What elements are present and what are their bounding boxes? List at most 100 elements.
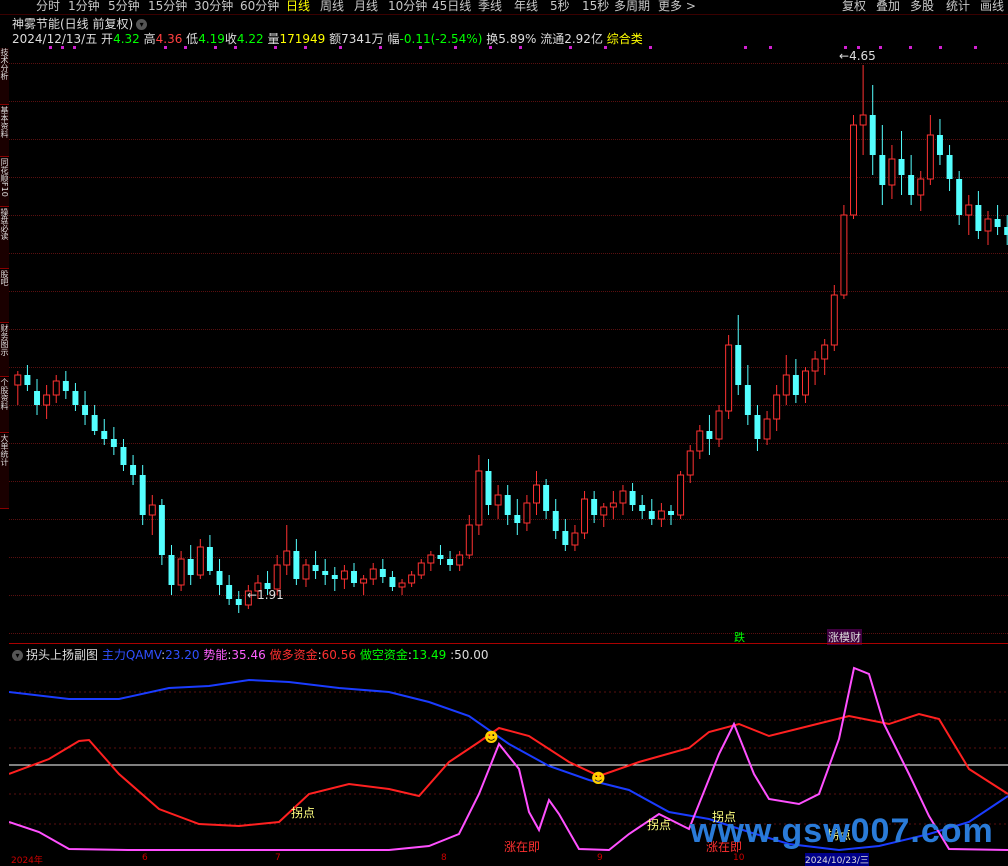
- candle[interactable]: [417, 559, 425, 579]
- candle[interactable]: [629, 483, 636, 511]
- candle[interactable]: [744, 365, 751, 425]
- period-tab-15[interactable]: 多周期: [614, 0, 650, 14]
- period-tab-9[interactable]: 10分钟: [388, 0, 427, 14]
- candle[interactable]: [340, 565, 348, 589]
- period-tab-4[interactable]: 30分钟: [194, 0, 233, 14]
- period-tab-5[interactable]: 60分钟: [240, 0, 279, 14]
- candle[interactable]: [725, 335, 733, 419]
- candle[interactable]: [543, 479, 550, 519]
- period-tab-3[interactable]: 15分钟: [148, 0, 187, 14]
- candle[interactable]: [52, 375, 60, 403]
- industry-category[interactable]: 综合类: [607, 32, 643, 46]
- candle[interactable]: [869, 85, 876, 175]
- candle[interactable]: [965, 195, 973, 235]
- candle[interactable]: [782, 355, 790, 405]
- candle[interactable]: [600, 503, 608, 527]
- candle[interactable]: [686, 445, 694, 483]
- candle[interactable]: [946, 145, 953, 191]
- candle[interactable]: [523, 495, 531, 531]
- candle[interactable]: [696, 425, 704, 459]
- sidebar-tab-4[interactable]: 股吧: [0, 270, 9, 323]
- candle[interactable]: [792, 359, 799, 403]
- candle[interactable]: [562, 519, 569, 551]
- candle[interactable]: [456, 551, 464, 571]
- candle[interactable]: [187, 545, 194, 585]
- candle[interactable]: [130, 455, 137, 485]
- candle[interactable]: [936, 119, 943, 165]
- period-tab-12[interactable]: 年线: [514, 0, 538, 14]
- candle[interactable]: [975, 191, 982, 239]
- candle[interactable]: [408, 571, 416, 587]
- candlestick-chart[interactable]: [9, 15, 1008, 643]
- candle[interactable]: [533, 471, 540, 515]
- candle[interactable]: [34, 379, 40, 415]
- candle[interactable]: [830, 285, 838, 351]
- toolbar-button-2[interactable]: 多股: [910, 0, 934, 14]
- candle[interactable]: [581, 491, 589, 539]
- candle[interactable]: [120, 439, 127, 471]
- candle[interactable]: [657, 503, 665, 527]
- period-tab-0[interactable]: 分时: [36, 0, 60, 14]
- candle[interactable]: [485, 459, 492, 515]
- candle[interactable]: [379, 559, 386, 583]
- candle[interactable]: [293, 539, 300, 585]
- candle[interactable]: [398, 579, 406, 595]
- candle[interactable]: [331, 567, 338, 591]
- period-tab-13[interactable]: 5秒: [550, 0, 570, 14]
- candle[interactable]: [763, 411, 771, 445]
- candle[interactable]: [62, 371, 69, 399]
- candle[interactable]: [735, 315, 742, 395]
- candle[interactable]: [917, 171, 925, 211]
- candle[interactable]: [14, 371, 22, 405]
- candle[interactable]: [196, 539, 204, 579]
- candle[interactable]: [994, 205, 1001, 235]
- chevron-down-icon[interactable]: ▾: [12, 650, 23, 661]
- candle[interactable]: [158, 499, 165, 565]
- candle[interactable]: [1004, 215, 1008, 245]
- candle[interactable]: [110, 427, 117, 455]
- candle[interactable]: [677, 471, 685, 519]
- sidebar-tab-6[interactable]: 个股资料: [0, 378, 9, 433]
- candle[interactable]: [475, 455, 483, 535]
- candle[interactable]: [648, 499, 655, 525]
- candle[interactable]: [715, 405, 723, 447]
- candle[interactable]: [908, 155, 915, 205]
- candle[interactable]: [360, 575, 368, 595]
- candle[interactable]: [139, 465, 146, 525]
- candle[interactable]: [302, 559, 310, 587]
- sidebar-tab-5[interactable]: 财务图示: [0, 324, 9, 377]
- sidebar-tab-3[interactable]: 操盘必读: [0, 208, 9, 269]
- candle[interactable]: [91, 405, 98, 435]
- candle[interactable]: [177, 551, 185, 591]
- candle[interactable]: [504, 485, 511, 525]
- candle[interactable]: [494, 485, 502, 519]
- candle[interactable]: [850, 115, 857, 219]
- candle[interactable]: [82, 391, 89, 425]
- sidebar-tab-7[interactable]: 大单统计: [0, 434, 9, 509]
- candle[interactable]: [821, 339, 829, 375]
- period-tab-6[interactable]: 日线: [286, 0, 310, 14]
- candle[interactable]: [773, 385, 781, 431]
- candle[interactable]: [465, 515, 473, 559]
- chevron-down-icon[interactable]: ▾: [136, 19, 148, 30]
- candle[interactable]: [101, 419, 108, 445]
- candle[interactable]: [437, 545, 444, 565]
- candle[interactable]: [427, 551, 435, 571]
- candle[interactable]: [926, 115, 934, 185]
- period-tab-1[interactable]: 1分钟: [68, 0, 100, 14]
- candle[interactable]: [571, 525, 579, 551]
- candle[interactable]: [668, 505, 674, 525]
- candle[interactable]: [351, 563, 357, 587]
- candle[interactable]: [619, 485, 627, 515]
- period-tab-11[interactable]: 季线: [478, 0, 502, 14]
- candle[interactable]: [898, 131, 905, 195]
- sidebar-tab-1[interactable]: 基本资料: [0, 106, 9, 157]
- candle[interactable]: [312, 551, 319, 579]
- candle[interactable]: [984, 211, 992, 245]
- candle[interactable]: [369, 563, 377, 585]
- candle[interactable]: [840, 205, 848, 299]
- candle[interactable]: [639, 495, 646, 519]
- candle[interactable]: [514, 499, 521, 535]
- period-tab-14[interactable]: 15秒: [582, 0, 609, 14]
- candle[interactable]: [389, 571, 396, 591]
